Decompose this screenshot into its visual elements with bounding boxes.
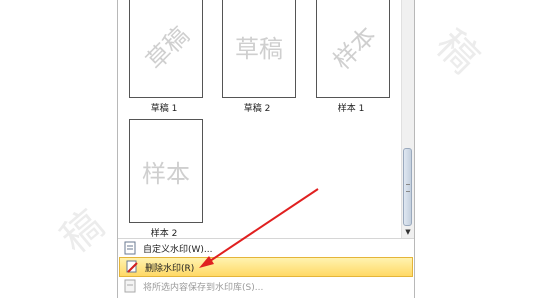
watermark-caption: 样本 1 [337,104,365,114]
scroll-down-arrow-icon[interactable]: ▼ [402,226,414,238]
watermark-preview: 样本 [316,0,390,98]
background-watermark-text: 稿 [52,201,113,263]
menu-item-label: 删除水印(R) [145,263,195,274]
watermark-option-draft-1[interactable]: 草稿 草稿 1 [129,0,203,114]
scrollbar-thumb[interactable] [403,148,412,226]
gallery-scrollbar[interactable]: ▼ [401,0,414,238]
watermark-menu: 自定义水印(W)... 删除水印(R) 将所选内容保存到水印库(S)... [118,238,414,295]
save-to-gallery-item[interactable]: 将所选内容保存到水印库(S)... [118,277,414,295]
watermark-text: 草稿 [140,20,195,75]
background-watermark-text: 稿 [426,21,488,83]
watermark-preview: 样本 [129,119,203,223]
save-document-icon [121,278,139,294]
watermark-text: 草稿 [235,34,283,63]
menu-item-label: 自定义水印(W)... [143,244,213,255]
watermark-text: 样本 [327,20,382,75]
menu-item-label: 将所选内容保存到水印库(S)... [143,282,264,293]
remove-watermark-item[interactable]: 删除水印(R) [119,257,413,277]
watermark-option-sample-1[interactable]: 样本 样本 1 [316,0,390,114]
remove-watermark-icon [123,259,141,275]
grip-icon [406,184,410,192]
watermark-preview: 草稿 [222,0,296,98]
document-icon [121,240,139,256]
custom-watermark-item[interactable]: 自定义水印(W)... [118,238,414,257]
watermark-preview: 草稿 [129,0,203,98]
watermark-option-draft-2[interactable]: 草稿 草稿 2 [222,0,296,114]
watermark-caption: 草稿 1 [150,104,178,114]
watermark-option-sample-2[interactable]: 样本 样本 2 [129,119,203,239]
watermark-gallery: 草稿 草稿 1 草稿 草稿 2 样本 样本 1 样本 样本 2 [118,0,401,239]
watermark-caption: 草稿 2 [243,104,271,114]
watermark-dropdown-panel: 草稿 草稿 1 草稿 草稿 2 样本 样本 1 样本 样本 2 ▼ 自定义水印(… [117,0,415,298]
watermark-text: 样本 [142,159,190,188]
